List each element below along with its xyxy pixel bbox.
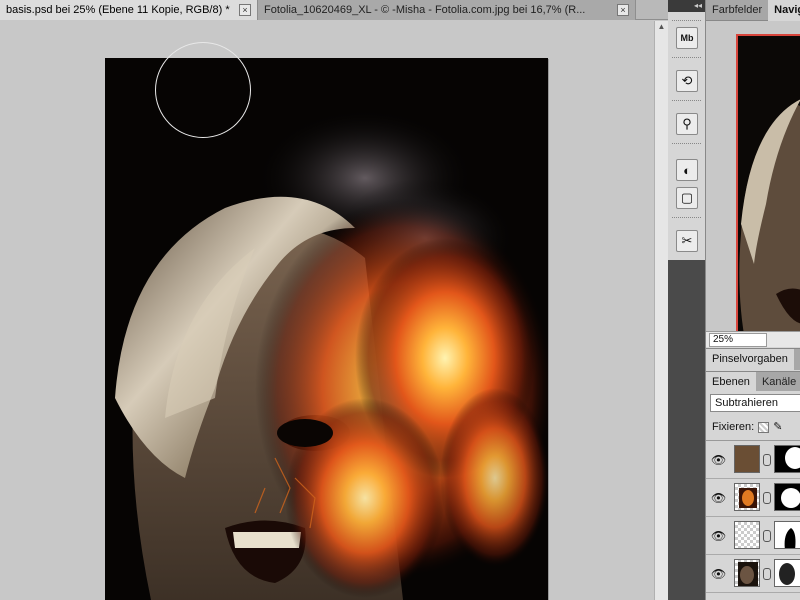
mask-shape [781, 488, 800, 508]
vertical-scrollbar[interactable]: ▲ [654, 21, 668, 600]
divider [672, 143, 701, 144]
brush-panel-tabs: Pinselvorgaben [706, 348, 800, 370]
photoshop-window: basis.psd bei 25% (Ebene 11 Kopie, RGB/8… [0, 0, 800, 600]
burning-face-artwork [105, 58, 548, 600]
document-tab-fotolia[interactable]: Fotolia_10620469_XL - © -Misha - Fotolia… [258, 0, 636, 20]
link-icon[interactable] [763, 454, 771, 466]
divider [672, 20, 701, 21]
layer-row[interactable]: 👁 [706, 555, 800, 593]
divider [672, 217, 701, 218]
eye-icon[interactable]: 👁 [711, 453, 726, 467]
layer-mask-thumbnail[interactable] [774, 559, 800, 587]
tab-farbfelder[interactable]: Farbfelder [706, 0, 768, 21]
close-icon[interactable]: × [617, 4, 629, 16]
navigator-view-box[interactable] [736, 34, 800, 346]
clone-source-icon[interactable]: ⚲ [676, 113, 698, 135]
artwork-image[interactable] [105, 58, 548, 600]
lock-paint-icon[interactable]: ✎ [773, 416, 782, 438]
divider [672, 100, 701, 101]
dock-icons-panel: Mb ⟲ ⚲ ◐ ▢ ✂ [668, 12, 705, 260]
link-icon[interactable] [763, 568, 771, 580]
eye-icon[interactable]: 👁 [711, 491, 726, 505]
layer-row[interactable]: 👁 [706, 479, 800, 517]
document-tab-label: basis.psd bei 25% (Ebene 11 Kopie, RGB/8… [6, 4, 230, 16]
link-icon[interactable] [763, 530, 771, 542]
panel-dock-strip: ◂◂ Mb ⟲ ⚲ ◐ ▢ ✂ [668, 0, 705, 600]
document-tab-basis[interactable]: basis.psd bei 25% (Ebene 11 Kopie, RGB/8… [0, 0, 258, 20]
history-icon[interactable]: ⟲ [676, 70, 698, 92]
masks-icon[interactable]: ▢ [676, 187, 698, 209]
adjustments-icon[interactable]: ◐ [676, 159, 698, 181]
layer-mask-thumbnail[interactable] [774, 483, 800, 511]
mini-bridge-icon[interactable]: Mb [676, 27, 698, 49]
divider [672, 57, 701, 58]
navigator-panel-tabs: Farbfelder Navig [706, 0, 800, 21]
tab-kanaele[interactable]: Kanäle [756, 372, 800, 392]
face-thumbnail [738, 562, 758, 586]
document-tab-label: Fotolia_10620469_XL - © -Misha - Fotolia… [264, 4, 586, 16]
right-panels: Farbfelder Navig 25% Pinselvorgaben Eben… [705, 0, 800, 600]
tab-navigator[interactable]: Navig [768, 0, 800, 21]
navigator-zoom-row: 25% [706, 331, 800, 347]
eye-icon[interactable]: 👁 [711, 567, 726, 581]
layer-thumbnail [734, 483, 760, 511]
lock-row: Fixieren: ✎ [706, 416, 800, 438]
layer-thumbnail [734, 521, 760, 549]
lock-label: Fixieren: [712, 421, 755, 433]
scroll-up-icon[interactable]: ▲ [655, 21, 668, 33]
canvas-area[interactable] [0, 21, 654, 600]
layer-row[interactable]: 👁 [706, 441, 800, 479]
close-icon[interactable]: × [239, 4, 251, 16]
layers-panel-tabs: Ebenen Kanäle [706, 371, 800, 392]
zoom-input[interactable]: 25% [709, 333, 767, 347]
layer-thumbnail [734, 445, 760, 473]
mask-shape [779, 563, 795, 585]
document-tab-bar: basis.psd bei 25% (Ebene 11 Kopie, RGB/8… [0, 0, 668, 20]
layer-thumbnail [734, 559, 760, 587]
tool-presets-icon[interactable]: ✂ [676, 230, 698, 252]
blend-mode-select[interactable]: Subtrahieren [710, 394, 800, 412]
navigator-preview[interactable] [706, 21, 800, 346]
mask-shape [784, 528, 796, 548]
layers-list: 👁 👁 👁 👁 [706, 440, 800, 600]
mask-shape [785, 447, 800, 469]
collapse-icon[interactable]: ◂◂ [668, 0, 705, 12]
lock-transparency-icon[interactable] [758, 421, 770, 433]
fire-thumbnail [739, 488, 757, 508]
eye-icon[interactable]: 👁 [711, 529, 726, 543]
link-icon[interactable] [763, 492, 771, 504]
brush-cursor [155, 42, 251, 138]
tab-pinselvorgaben[interactable]: Pinselvorgaben [706, 349, 794, 370]
layer-row[interactable]: 👁 [706, 517, 800, 555]
layer-mask-thumbnail[interactable] [774, 445, 800, 473]
layer-mask-thumbnail[interactable] [774, 521, 800, 549]
tab-ebenen[interactable]: Ebenen [706, 372, 756, 392]
